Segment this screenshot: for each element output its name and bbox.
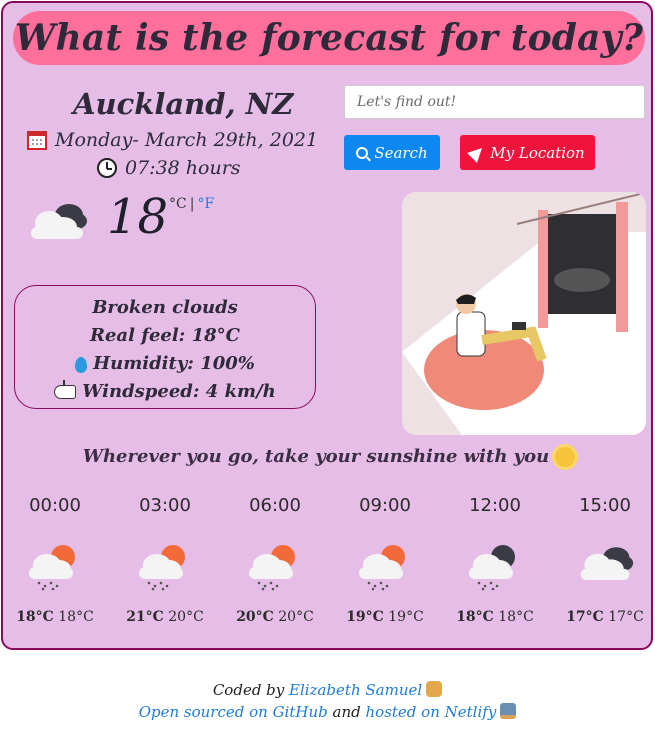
- date-row: Monday- March 29th, 2021: [27, 129, 318, 151]
- location-arrow-icon: [467, 142, 488, 163]
- page-footer: Coded by Elizabeth Samuel Open sourced o…: [0, 679, 655, 723]
- forecast-high: 17°C: [566, 609, 604, 625]
- title-banner: What is the forecast for today?: [13, 11, 645, 65]
- my-location-button[interactable]: My Location: [460, 135, 595, 170]
- forecast-time: 09:00: [359, 495, 411, 516]
- hourly-forecast: 00:00 18°C 18°C 03:00 21°C 20°C 06:00 20…: [3, 491, 655, 641]
- netlify-link[interactable]: hosted on Netlify: [366, 703, 497, 721]
- forecast-temps: 18°C 18°C: [5, 609, 105, 625]
- forecast-high: 18°C: [456, 609, 494, 625]
- weather-card: What is the forecast for today? Auckland…: [1, 1, 653, 650]
- broken-clouds-icon: [580, 547, 634, 580]
- forecast-low: 20°C: [168, 609, 204, 625]
- unit-toggle: °C | °F: [169, 196, 214, 212]
- rain-sun-cloud-icon: [249, 545, 295, 591]
- weather-description: Broken clouds: [92, 297, 238, 318]
- city-name: Auckland, NZ: [73, 87, 294, 121]
- rain-sun-cloud-icon: [359, 545, 405, 591]
- forecast-high: 20°C: [236, 609, 274, 625]
- broken-clouds-icon: [31, 204, 87, 239]
- search-button[interactable]: Search: [344, 135, 440, 170]
- forecast-time: 06:00: [249, 495, 301, 516]
- forecast-low: 19°C: [388, 609, 424, 625]
- forecast-temps: 17°C 17°C: [555, 609, 655, 625]
- footer-credit: Coded by Elizabeth Samuel: [0, 679, 655, 701]
- rain-sun-cloud-icon: [29, 545, 75, 591]
- forecast-temps: 20°C 20°C: [225, 609, 325, 625]
- celsius-unit: °C: [169, 196, 187, 212]
- forecast-item: 09:00 19°C 19°C: [335, 491, 435, 625]
- forecast-time: 00:00: [29, 495, 81, 516]
- forecast-temps: 21°C 20°C: [115, 609, 215, 625]
- page-title: What is the forecast for today?: [14, 17, 644, 59]
- clock-icon: [97, 158, 117, 178]
- forecast-temps: 19°C 19°C: [335, 609, 435, 625]
- forecast-high: 18°C: [16, 609, 54, 625]
- forecast-time: 12:00: [469, 495, 521, 516]
- sun-face-icon: [555, 446, 576, 467]
- weather-details-box: Broken clouds Real feel: 18°C Humidity: …: [14, 285, 316, 409]
- time-row: 07:38 hours: [97, 157, 241, 179]
- raised-hands-icon: [426, 681, 443, 697]
- rain-sun-cloud-icon: [139, 545, 185, 591]
- forecast-time: 15:00: [579, 495, 631, 516]
- reading-person-illustration: [402, 192, 646, 435]
- droplet-icon: [75, 357, 88, 373]
- forecast-low: 17°C: [608, 609, 644, 625]
- city-search-input[interactable]: [344, 85, 645, 119]
- calendar-icon: [27, 130, 47, 150]
- wind-icon: [54, 380, 77, 399]
- author-link[interactable]: Elizabeth Samuel: [289, 681, 422, 699]
- current-time: 07:38 hours: [125, 157, 241, 179]
- sunshine-quote: Wherever you go, take your sunshine with…: [3, 446, 655, 467]
- github-link[interactable]: Open sourced on GitHub: [139, 703, 328, 721]
- current-temperature: 18: [107, 189, 169, 245]
- forecast-item: 12:00 18°C 18°C: [445, 491, 545, 625]
- forecast-item: 06:00 20°C 20°C: [225, 491, 325, 625]
- fahrenheit-link[interactable]: °F: [197, 196, 214, 212]
- windspeed: Windspeed: 4 km/h: [15, 378, 315, 406]
- real-feel: Real feel: 18°C: [90, 325, 240, 346]
- technologist-icon: [500, 703, 517, 719]
- forecast-item: 03:00 21°C 20°C: [115, 491, 215, 625]
- forecast-item: 15:00 17°C 17°C: [555, 491, 655, 625]
- humidity: Humidity: 100%: [15, 350, 315, 378]
- unit-separator: |: [189, 196, 195, 212]
- rain-night-cloud-icon: [469, 545, 515, 591]
- current-date: Monday- March 29th, 2021: [55, 129, 319, 151]
- forecast-low: 18°C: [498, 609, 534, 625]
- forecast-temps: 18°C 18°C: [445, 609, 545, 625]
- forecast-high: 21°C: [126, 609, 164, 625]
- forecast-high: 19°C: [346, 609, 384, 625]
- forecast-low: 20°C: [278, 609, 314, 625]
- footer-source: Open sourced on GitHub and hosted on Net…: [0, 701, 655, 723]
- forecast-time: 03:00: [139, 495, 191, 516]
- forecast-low: 18°C: [58, 609, 94, 625]
- forecast-item: 00:00 18°C 18°C: [5, 491, 105, 625]
- search-icon: [356, 146, 369, 159]
